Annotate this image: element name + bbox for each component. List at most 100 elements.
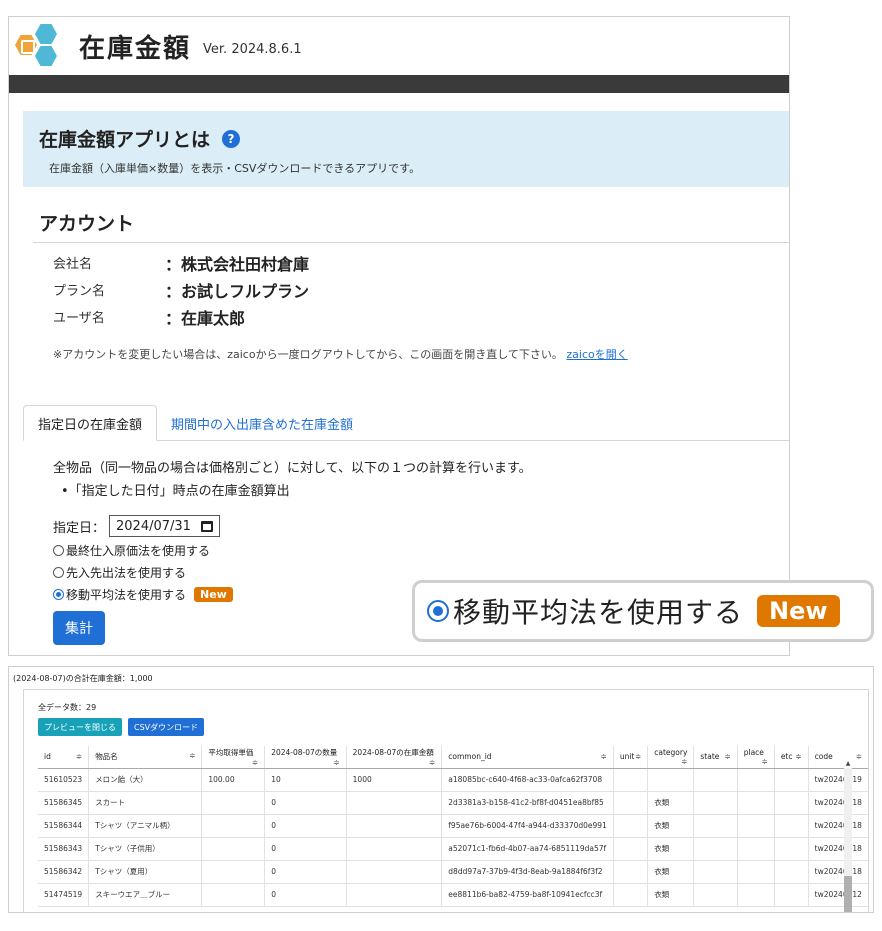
table-cell: 衣類 xyxy=(647,837,694,861)
table-cell xyxy=(736,883,775,907)
table-cell: 10 xyxy=(264,768,347,792)
sort-icon[interactable]: ≑ xyxy=(681,757,687,766)
table-cell xyxy=(736,860,775,884)
moving-average-callout: 移動平均法を使用する New xyxy=(412,580,874,642)
account-row-user: ユーザ名 ：在庫太郎 xyxy=(53,303,789,330)
new-badge: New xyxy=(194,587,233,602)
table-cell xyxy=(773,814,809,838)
results-table: id ≑ 物品名 ≑ 平均取得単価 ≑ 2024-08-07の数量 ≑ 2024-08-07の在… xyxy=(38,746,868,907)
table-cell: tw20240418 xyxy=(807,860,868,884)
table-cell xyxy=(345,837,442,861)
column-header[interactable]: category ≑ xyxy=(647,746,694,769)
column-header[interactable]: id ≑ xyxy=(38,746,89,769)
table-cell xyxy=(773,791,809,815)
results-actions: プレビューを閉じる CSVダウンロード xyxy=(38,718,205,736)
callout-label: 移動平均法を使用する xyxy=(453,596,744,629)
table-cell xyxy=(773,860,809,884)
sort-icon[interactable]: ≑ xyxy=(762,757,768,766)
table-row: 51610523 メロン飴（大） 100.00 10 1000 a18085bc-c640… xyxy=(38,768,868,792)
tab-specified-date[interactable]: 指定日の在庫金額 xyxy=(23,405,158,441)
table-cell: 51474519 xyxy=(38,883,89,907)
table-cell xyxy=(736,768,775,792)
calculate-button[interactable]: 集計 xyxy=(53,611,105,645)
total-amount: (2024-08-07)の合計在庫金額：1,000 xyxy=(13,674,153,683)
radio-selected-icon xyxy=(427,600,449,622)
column-header[interactable]: 2024-08-07の数量 ≑ xyxy=(264,746,347,769)
account-value: ：お試しフルプラン xyxy=(165,281,310,301)
table-cell xyxy=(693,837,738,861)
account-label: プラン名 xyxy=(53,284,106,299)
column-header[interactable]: code ≑ xyxy=(807,746,868,769)
table-cell: tw20240418 xyxy=(807,814,868,838)
table-cell xyxy=(693,791,738,815)
info-description: 在庫金額（入庫単価×数量）を表示・CSVダウンロードできるアプリです。 xyxy=(49,162,421,175)
table-row: 51474519 スキーウエア＿ブルー 0 ee8811b6-ba82-4759-ba… xyxy=(38,883,868,907)
table-cell: 衣類 xyxy=(647,814,694,838)
radio-icon[interactable] xyxy=(53,545,64,556)
csv-download-button[interactable]: CSVダウンロード xyxy=(128,718,205,736)
table-cell: 0 xyxy=(264,791,347,815)
sort-icon[interactable]: ≑ xyxy=(76,752,82,761)
table-cell xyxy=(693,768,738,792)
info-title: 在庫金額アプリとは ? xyxy=(39,125,777,152)
option-last-purchase[interactable]: 最終仕入原価法を使用する xyxy=(53,542,532,559)
account-label: 会社名 xyxy=(53,257,93,272)
radio-selected-icon[interactable] xyxy=(53,589,64,600)
column-header[interactable]: 物品名 ≑ xyxy=(88,746,202,769)
scroll-up-icon[interactable]: ▲ xyxy=(844,760,852,768)
table-cell: a18085bc-c640-4f68-ac33-0afca62f3708 xyxy=(441,768,614,792)
sort-icon[interactable]: ≑ xyxy=(601,752,607,761)
help-icon[interactable]: ? xyxy=(222,129,241,148)
open-zaico-link[interactable]: zaicoを開く xyxy=(566,348,627,361)
table-cell xyxy=(612,837,648,861)
sort-icon[interactable]: ≑ xyxy=(189,751,195,760)
account-row-plan: プラン名 ：お試しフルプラン xyxy=(53,276,789,303)
sort-icon[interactable]: ≑ xyxy=(724,752,730,761)
table-cell xyxy=(612,883,648,907)
option-fifo[interactable]: 先入先出法を使用する xyxy=(53,564,532,581)
table-cell xyxy=(736,791,775,815)
column-header[interactable]: unit ≑ xyxy=(612,746,648,769)
account-value: ：在庫太郎 xyxy=(165,308,246,328)
account-note: ※アカウントを変更したい場合は、zaicoから一度ログアウトしてから、この画面を… xyxy=(53,348,628,361)
calendar-icon[interactable] xyxy=(200,520,213,532)
table-cell: 51610523 xyxy=(38,768,89,792)
radio-icon[interactable] xyxy=(53,567,64,578)
zaico-logo-icon xyxy=(13,22,71,70)
table-cell: 51586345 xyxy=(38,791,89,815)
table-cell xyxy=(345,814,442,838)
table-cell: 0 xyxy=(264,860,347,884)
table-cell: 2d3381a3-b158-41c2-bf8f-d0451ea8bf85 xyxy=(441,791,614,815)
sort-icon[interactable]: ≑ xyxy=(333,758,339,767)
scrollbar-thumb[interactable] xyxy=(844,876,852,912)
table-cell: 100.00 xyxy=(201,768,265,792)
table-cell xyxy=(693,814,738,838)
table-cell: d8dd97a7-37b9-4f3d-8eab-9a1884f6f3f2 xyxy=(441,860,614,884)
table-cell xyxy=(693,860,738,884)
sort-icon[interactable]: ≑ xyxy=(252,758,258,767)
column-header[interactable]: state ≑ xyxy=(693,746,738,769)
table-cell xyxy=(201,791,265,815)
date-input[interactable]: 2024/07/31 xyxy=(109,515,220,537)
sort-icon[interactable]: ≑ xyxy=(429,758,435,767)
table-cell xyxy=(612,814,648,838)
sort-icon[interactable]: ≑ xyxy=(795,752,801,761)
table-cell: f95ae76b-6004-47f4-a944-d33370d0e991 xyxy=(441,814,614,838)
column-header[interactable]: 2024-08-07の在庫金額 ≑ xyxy=(345,746,442,769)
sort-icon[interactable]: ≑ xyxy=(856,752,862,761)
table-cell xyxy=(773,768,809,792)
table-cell: メロン飴（大） xyxy=(88,768,202,792)
table-cell xyxy=(612,860,648,884)
column-header[interactable]: etc ≑ xyxy=(773,746,809,769)
table-cell: 51586342 xyxy=(38,860,89,884)
tab-period[interactable]: 期間中の入出庫含めた在庫金額 xyxy=(157,405,367,441)
table-scrollbar[interactable] xyxy=(844,768,852,912)
column-header[interactable]: place ≑ xyxy=(736,746,775,769)
column-header[interactable]: 平均取得単価 ≑ xyxy=(201,746,265,769)
account-divider xyxy=(33,242,789,243)
close-preview-button[interactable]: プレビューを閉じる xyxy=(38,718,122,736)
table-header: id ≑ 物品名 ≑ 平均取得単価 ≑ 2024-08-07の数量 ≑ 2024-08-07の在… xyxy=(38,746,868,769)
account-row-company: 会社名 ：株式会社田村倉庫 xyxy=(53,249,789,276)
column-header[interactable]: common_id ≑ xyxy=(441,746,614,769)
sort-icon[interactable]: ≑ xyxy=(635,752,641,761)
